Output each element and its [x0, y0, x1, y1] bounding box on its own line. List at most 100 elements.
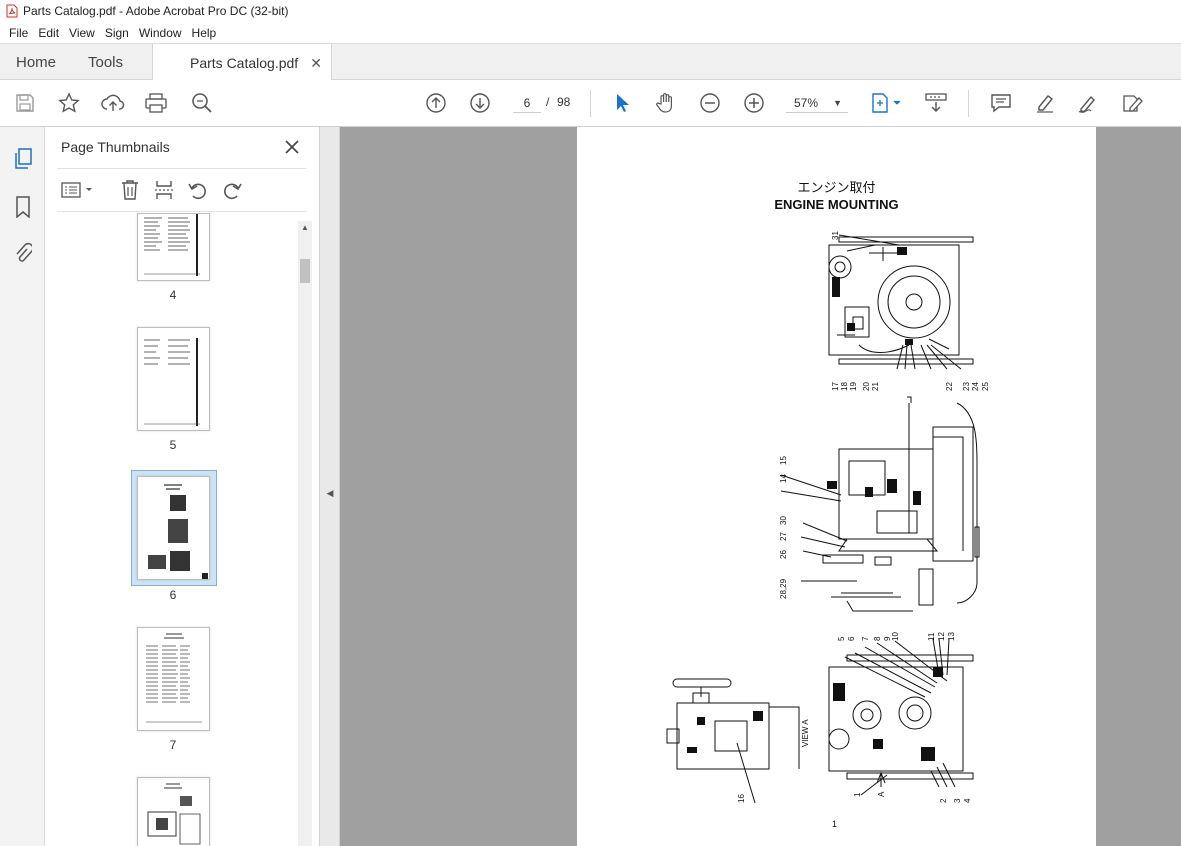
zoom-out-icon[interactable] [698, 91, 722, 115]
collapse-panel-arrow-icon[interactable]: ◀ [322, 485, 338, 501]
scrollbar-thumb[interactable] [300, 259, 310, 283]
zoom-level-select[interactable]: 57% ▼ [786, 93, 848, 113]
page-thumbnails-icon[interactable] [11, 147, 35, 171]
page-thumbnail[interactable] [137, 327, 210, 431]
callout-label: 30 [779, 516, 788, 525]
main-toolbar: 6 / 98 57% ▼ [0, 80, 1181, 127]
zoom-level-value: 57% [794, 96, 819, 110]
tab-tools[interactable]: Tools [88, 44, 123, 80]
scrolling-mode-icon[interactable] [924, 91, 948, 115]
callout-label: 25 [981, 382, 990, 391]
callout-label: 6 [847, 636, 856, 641]
callout-label: 10 [891, 632, 900, 641]
callout-label: 7 [861, 636, 870, 641]
view-arrow-label: A [877, 791, 886, 797]
callout-label: 19 [849, 382, 858, 391]
callout-label: 2 [939, 798, 948, 803]
chevron-down-icon: ▼ [833, 98, 842, 108]
page-fit-icon[interactable] [869, 91, 905, 115]
save-icon[interactable] [13, 91, 37, 115]
attachments-paperclip-icon[interactable] [11, 241, 35, 265]
upload-cloud-icon[interactable] [101, 91, 125, 115]
callout-label: 8 [873, 636, 882, 641]
hand-tool-icon[interactable] [654, 91, 678, 115]
menu-help[interactable]: Help [187, 26, 222, 40]
callout-label: 15 [779, 456, 788, 465]
highlight-pen-icon[interactable] [1033, 91, 1057, 115]
bookmark-star-icon[interactable] [57, 91, 81, 115]
pdf-page: エンジン取付 ENGINE MOUNTING 31 17 18 19 20 21… [577, 127, 1096, 846]
tab-document[interactable]: Parts Catalog.pdf ✕ [152, 44, 332, 81]
callout-label: 3 [953, 798, 962, 803]
callout-label: 31 [831, 231, 840, 240]
page-thumbnail-current[interactable] [137, 476, 210, 580]
rotate-clockwise-icon[interactable] [219, 177, 245, 203]
fill-sign-icon[interactable] [1121, 91, 1145, 115]
find-zoom-icon[interactable] [190, 91, 214, 115]
thumbnail-options-icon[interactable] [59, 177, 97, 203]
callout-label: 13 [947, 632, 956, 641]
callout-label: 1 [853, 792, 862, 797]
menu-bar: File Edit View Sign Window Help [0, 22, 1181, 43]
callout-label: 28,29 [779, 578, 788, 599]
sign-pen-icon[interactable] [1077, 91, 1101, 115]
page-thumbnails-panel: Page Thumbnails 4 5 6 7 ▲ [45, 127, 320, 846]
callout-label: 12 [937, 632, 946, 641]
current-page-input[interactable]: 6 [513, 93, 541, 113]
page-thumbnail[interactable] [137, 777, 210, 846]
tab-document-label: Parts Catalog.pdf [190, 54, 299, 71]
thumbnail-list: 4 5 6 7 [57, 213, 297, 846]
document-viewer: ◀ エンジン取付 ENGINE MOUNTING 31 17 18 19 20 … [320, 127, 1181, 846]
callout-label: 5 [837, 636, 846, 641]
close-panel-icon[interactable] [282, 137, 302, 157]
next-page-icon[interactable] [468, 91, 492, 115]
acrobat-pdf-icon [6, 4, 18, 18]
delete-pages-icon[interactable] [117, 177, 143, 203]
tab-bar: Home Tools Parts Catalog.pdf ✕ [0, 43, 1181, 81]
bookmarks-icon[interactable] [11, 195, 35, 219]
page-thumbnail[interactable] [137, 627, 210, 731]
menu-sign[interactable]: Sign [100, 26, 134, 40]
page-thumbnail[interactable] [137, 213, 210, 281]
tab-home[interactable]: Home [16, 44, 56, 80]
panel-title: Page Thumbnails [61, 139, 170, 155]
insert-pages-icon[interactable] [151, 177, 177, 203]
menu-view[interactable]: View [64, 26, 100, 40]
thumbnail-scrollbar[interactable]: ▲ [298, 221, 312, 846]
panel-divider [57, 168, 307, 169]
callout-label: 21 [871, 382, 880, 391]
zoom-in-icon[interactable] [742, 91, 766, 115]
toolbar-divider [590, 90, 591, 117]
panel-divider [57, 211, 307, 212]
menu-file[interactable]: File [4, 26, 33, 40]
select-cursor-icon[interactable] [610, 91, 634, 115]
callout-label: 22 [945, 382, 954, 391]
callout-label: 20 [862, 382, 871, 391]
scroll-up-arrow-icon[interactable]: ▲ [298, 221, 312, 235]
page-number: 1 [832, 819, 838, 829]
callout-label: 4 [963, 798, 972, 803]
window-title: Parts Catalog.pdf - Adobe Acrobat Pro DC… [23, 4, 289, 18]
total-pages: 98 [557, 95, 571, 109]
callout-label: 27 [779, 532, 788, 541]
print-icon[interactable] [144, 91, 168, 115]
comment-icon[interactable] [989, 91, 1013, 115]
previous-page-icon[interactable] [424, 91, 448, 115]
close-tab-icon[interactable]: ✕ [310, 55, 322, 72]
page-separator: / [546, 95, 550, 109]
thumbnail-page-label: 7 [169, 738, 177, 752]
menu-edit[interactable]: Edit [33, 26, 64, 40]
thumbnail-page-label: 4 [169, 288, 177, 302]
rotate-counterclockwise-icon[interactable] [185, 177, 211, 203]
callout-label: 17 [831, 382, 840, 391]
callout-label: 18 [840, 382, 849, 391]
toolbar-divider [968, 90, 969, 117]
callout-label: 24 [971, 382, 980, 391]
thumbnail-page-label: 6 [169, 588, 177, 602]
left-navigation-rail [0, 127, 45, 846]
title-bar: Parts Catalog.pdf - Adobe Acrobat Pro DC… [0, 0, 1181, 22]
callout-label: 11 [927, 632, 936, 641]
thumbnail-page-label: 5 [169, 438, 177, 452]
callout-label: 16 [737, 794, 746, 803]
menu-window[interactable]: Window [134, 26, 187, 40]
